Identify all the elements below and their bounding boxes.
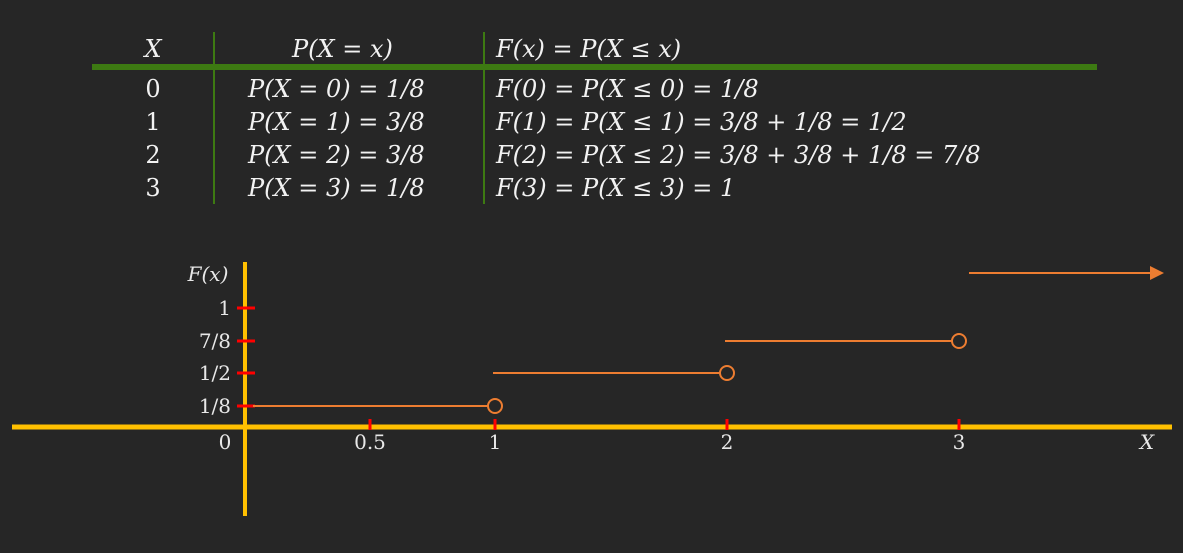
step-arrow-head — [1150, 266, 1164, 280]
slide: X P(X = x) F(x) = P(X ≤ x) 0 P(X = 0) = … — [0, 0, 1183, 553]
x-axis-title: X — [1138, 430, 1155, 454]
x-tick-label: 1 — [489, 430, 502, 454]
open-circle-0 — [487, 398, 503, 414]
x-tick-label: 3 — [953, 430, 966, 454]
y-tick-label: 1/2 — [199, 361, 231, 385]
cdf-step-chart: 0 0.5 1 2 3 1/8 1/2 7/8 1 X F(x) — [12, 262, 1172, 516]
x-tick-label: 2 — [721, 430, 734, 454]
y-axis-title: F(x) — [187, 262, 229, 286]
open-circle-2 — [951, 333, 967, 350]
y-tick-label: 7/8 — [199, 329, 231, 353]
y-tick-label: 1 — [218, 296, 231, 320]
x-tick-label: 0.5 — [354, 430, 386, 454]
y-tick-label: 1/8 — [199, 394, 231, 418]
open-circle-1 — [719, 365, 735, 381]
x-tick-label: 0 — [219, 430, 232, 454]
